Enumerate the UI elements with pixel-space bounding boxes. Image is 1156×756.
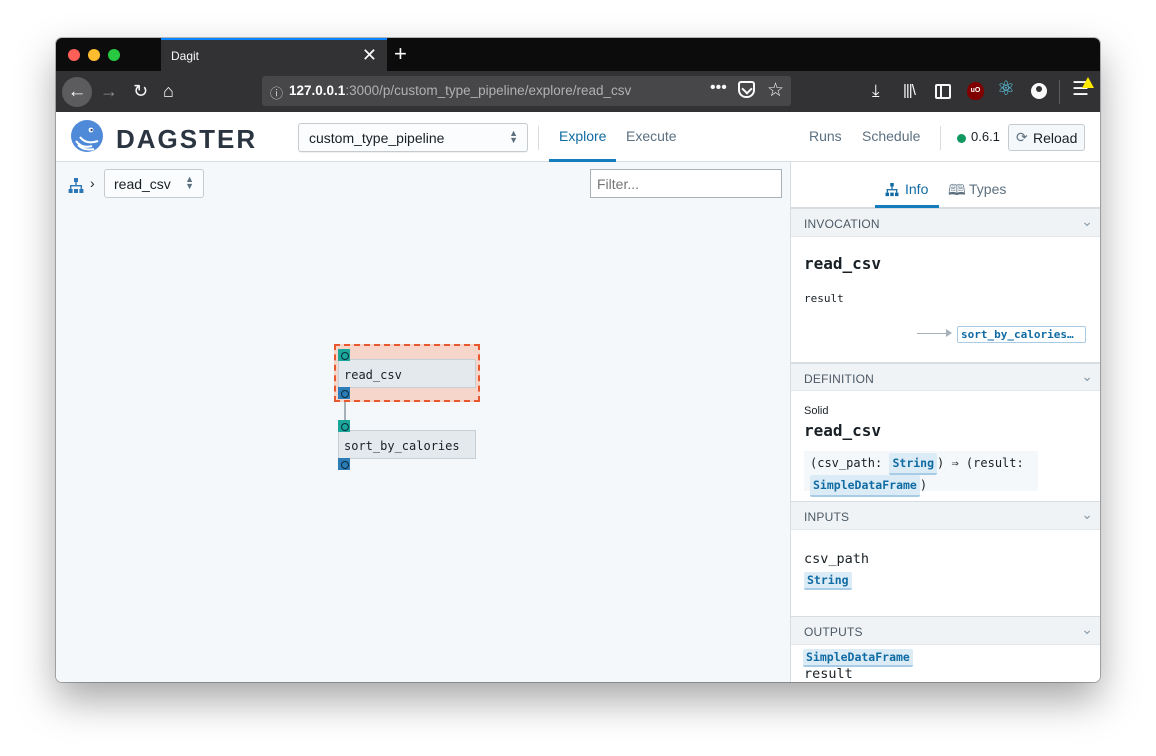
definition-name: read_csv <box>804 421 882 440</box>
library-icon[interactable]: |||\ <box>903 80 916 102</box>
solid-select[interactable]: read_csv ▲ ▼ <box>104 169 204 198</box>
definition-section-header[interactable]: DEFINITION ⌄ <box>791 362 1100 391</box>
outputs-section-header[interactable]: OUTPUTS ⌄ <box>791 616 1100 645</box>
back-arrow-icon[interactable]: ← <box>62 77 92 107</box>
signature-text: ) ⇒ (result: <box>937 456 1024 470</box>
new-tab-button[interactable]: + <box>394 41 407 67</box>
reload-button[interactable]: ⟳ Reload <box>1008 124 1085 151</box>
output-port-icon[interactable] <box>338 458 350 470</box>
page-actions-icon[interactable]: ••• <box>710 79 727 97</box>
reload-icon[interactable]: ↻ <box>133 80 148 102</box>
toolbar-divider <box>1059 80 1060 104</box>
url-path: :3000/p/custom_type_pipeline/explore/rea… <box>345 83 632 98</box>
book-icon: 🕮 <box>948 182 966 199</box>
signature-text: ) <box>919 478 928 492</box>
solid-node-sort-by-calories[interactable]: sort_by_calories <box>338 430 476 459</box>
refresh-icon: ⟳ <box>1016 129 1028 145</box>
url-host: 127.0.0.1 <box>289 83 346 98</box>
react-devtools-icon[interactable]: ⚛ <box>997 78 1015 100</box>
breadcrumb-chevron-icon: › <box>90 175 95 191</box>
tab-title: Dagit <box>171 49 200 63</box>
chevron-down-icon: ⌄ <box>1081 621 1093 637</box>
input-name: csv_path <box>804 551 870 567</box>
section-title: DEFINITION <box>804 372 874 386</box>
solid-node-label: sort_by_calories <box>344 439 460 453</box>
input-port-icon[interactable] <box>338 349 350 361</box>
window-close-button[interactable] <box>68 49 80 61</box>
invocation-output-name: result <box>804 292 844 305</box>
output-port-icon[interactable] <box>338 387 350 399</box>
output-arrow-line <box>917 333 949 334</box>
input-port-icon[interactable] <box>338 420 350 432</box>
header-divider <box>538 126 539 150</box>
browser-tab[interactable]: Dagit ✕ <box>161 38 387 71</box>
tab-info[interactable]: Info <box>905 181 928 197</box>
sidebar-tabs: Info 🕮 Types <box>791 162 1100 208</box>
definition-kind: Solid <box>804 405 829 417</box>
status-dot-icon <box>957 134 966 143</box>
type-tag[interactable]: String <box>804 572 852 590</box>
pipeline-graph-canvas[interactable]: › read_csv ▲▼ read_csv sort_by_calories <box>56 162 790 682</box>
tab-explore[interactable]: Explore <box>559 128 606 144</box>
solid-signature: (csv_path: String) ⇒ (result: SimpleData… <box>804 451 1038 497</box>
sidebar-icon[interactable] <box>935 84 951 99</box>
version-label: 0.6.1 <box>971 129 1000 144</box>
filter-input[interactable] <box>590 169 782 198</box>
browser-navbar: ← → ↻ ⌂ ⓘ 127.0.0.1:3000/p/custom_type_p… <box>56 71 1100 112</box>
runs-link[interactable]: Runs <box>809 128 842 144</box>
bookmark-star-icon[interactable]: ☆ <box>767 79 784 102</box>
forward-arrow-icon[interactable]: → <box>100 80 118 102</box>
signature-text: (csv_path: <box>810 456 883 470</box>
app-header: DAGSTER custom_type_pipeline ▲ ▼ Explore … <box>56 112 1100 162</box>
info-tab-icon <box>885 183 899 197</box>
reload-label: Reload <box>1033 130 1078 146</box>
schedule-link[interactable]: Schedule <box>862 128 920 144</box>
type-tag[interactable]: SimpleDataFrame <box>810 475 920 497</box>
output-name: result <box>804 666 853 682</box>
tab-execute[interactable]: Execute <box>626 128 677 144</box>
chevron-down-icon: ⌄ <box>1081 506 1093 522</box>
ublock-icon[interactable]: uO <box>967 82 984 100</box>
tab-close-icon[interactable]: ✕ <box>362 45 377 65</box>
tab-strip: Dagit ✕ + <box>56 38 1100 71</box>
chevron-down-icon: ⌄ <box>1081 213 1093 229</box>
downstream-solid-link[interactable]: sort_by_calories… <box>957 326 1086 343</box>
window-minimize-button[interactable] <box>88 49 100 61</box>
section-title: OUTPUTS <box>804 625 863 639</box>
select-caret-icon: ▲ ▼ <box>509 128 518 145</box>
brand-wordmark: DAGSTER <box>116 124 258 154</box>
solid-node-read-csv[interactable]: read_csv <box>338 359 476 388</box>
sidebar-panel: Info 🕮 Types INVOCATION ⌄ read_csv resul… <box>790 162 1100 682</box>
tab-types[interactable]: Types <box>969 181 1006 197</box>
invocation-name: read_csv <box>804 254 882 273</box>
type-tag[interactable]: SimpleDataFrame <box>803 649 913 667</box>
pipeline-select[interactable]: custom_type_pipeline ▲ ▼ <box>298 123 528 152</box>
invocation-section-header[interactable]: INVOCATION ⌄ <box>791 208 1100 237</box>
warning-icon <box>1082 77 1094 88</box>
pipeline-select-value: custom_type_pipeline <box>309 130 445 146</box>
chevron-down-icon: ⌄ <box>1081 368 1093 384</box>
pipeline-tree-icon[interactable] <box>68 178 84 194</box>
section-title: INPUTS <box>804 510 850 524</box>
browser-window: Dagit ✕ + ← → ↻ ⌂ ⓘ 127.0.0.1:3000/p/cus… <box>56 38 1100 682</box>
url-bar[interactable]: ⓘ 127.0.0.1:3000/p/custom_type_pipeline/… <box>262 76 791 106</box>
section-title: INVOCATION <box>804 217 880 231</box>
account-icon[interactable] <box>1031 83 1047 99</box>
solid-node-label: read_csv <box>344 368 402 382</box>
window-maximize-button[interactable] <box>108 49 120 61</box>
url-text[interactable]: 127.0.0.1:3000/p/custom_type_pipeline/ex… <box>289 83 631 98</box>
pocket-icon[interactable] <box>738 81 755 98</box>
inputs-section-header[interactable]: INPUTS ⌄ <box>791 501 1100 530</box>
select-caret-icon: ▲ ▼ <box>185 174 194 191</box>
dagster-logo-icon <box>71 120 103 152</box>
download-icon[interactable]: ⤓ <box>872 80 880 102</box>
output-arrow-icon <box>946 329 952 337</box>
type-tag[interactable]: String <box>889 453 938 475</box>
home-icon[interactable]: ⌂ <box>163 80 174 102</box>
header-divider <box>940 126 941 150</box>
solid-select-value: read_csv <box>114 176 171 192</box>
info-icon[interactable]: ⓘ <box>270 83 283 102</box>
